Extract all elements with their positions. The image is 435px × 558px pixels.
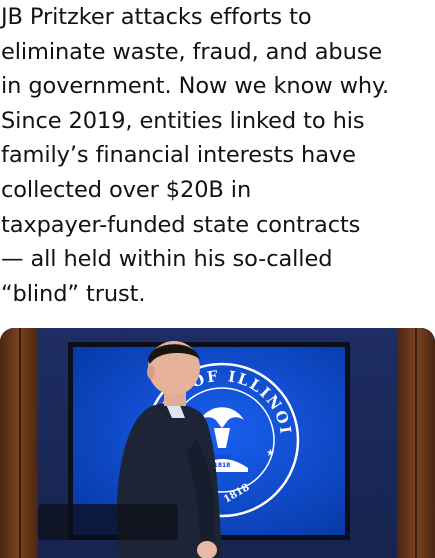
post-text-line: — all held within his so-called [1, 246, 333, 273]
post-text-line: “blind” trust. [1, 280, 146, 307]
post-text-line: family’s financial interests have [1, 142, 356, 169]
seal-year-2: 1818 [214, 462, 231, 469]
post-text-line: JB Pritzker attacks efforts to [1, 4, 312, 30]
post-text-line: Since 2019, entities linked to his [1, 107, 365, 134]
seal-year-1: 1868 [214, 454, 231, 461]
post-image[interactable]: STATE OF ILLINOIS 1868 1818 1818 ★ [0, 328, 435, 558]
photo-scene: STATE OF ILLINOIS 1868 1818 1818 ★ [0, 328, 435, 558]
post-text-line: taxpayer-funded state contracts [1, 211, 361, 238]
caption-overlay [38, 504, 178, 540]
post-text-line: collected over $20B in [1, 176, 252, 203]
post-text-line: eliminate waste, fraud, and abuse [1, 38, 383, 65]
post-text: JB Pritzker attacks efforts to eliminate… [1, 0, 435, 311]
post-text-line: in government. Now we know why. [1, 73, 390, 100]
svg-text:★: ★ [266, 448, 275, 459]
